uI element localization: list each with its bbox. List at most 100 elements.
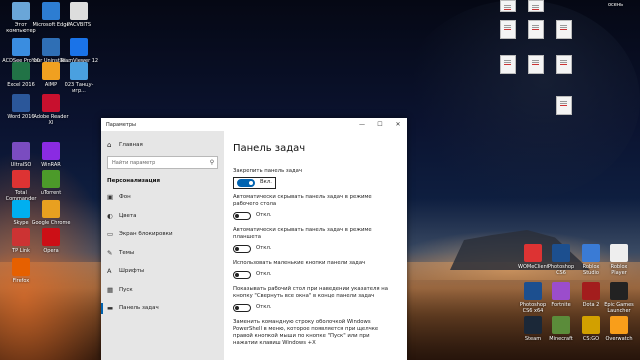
setting-item: Заменить командную строку оболочкой Wind… <box>224 319 407 347</box>
maximize-button[interactable]: ☐ <box>371 118 389 131</box>
sidebar-item-5[interactable]: ▦ Пуск <box>101 281 224 300</box>
toggle-switch-container[interactable]: Откл. <box>233 211 272 220</box>
taskbar-icon: ▬ <box>107 304 114 313</box>
desktop-icon-label: Steam <box>524 336 542 342</box>
desktop-icon-label: Roblox Player <box>610 264 628 276</box>
sidebar-item-1[interactable]: ◐ Цвета <box>101 207 224 226</box>
toggle-switch[interactable] <box>233 270 251 279</box>
sidebar-item-label: Панель задач <box>119 305 159 312</box>
document-icon[interactable] <box>500 0 516 12</box>
window-title: Параметры <box>106 121 136 128</box>
app-icon <box>12 228 30 246</box>
desktop-icon[interactable]: Firefox <box>1 258 41 284</box>
desktop-icon[interactable]: Roblox Player <box>604 244 634 276</box>
desktop-icon-label: Firefox <box>12 278 30 284</box>
app-icon <box>610 282 628 300</box>
desktop-icon[interactable]: Minecraft <box>546 316 576 342</box>
toggle-switch-container[interactable]: Откл. <box>233 303 272 312</box>
document-icon[interactable] <box>500 20 516 39</box>
sidebar-item-6[interactable]: ▬ Панель задач <box>101 299 224 318</box>
toggle-state-label: Вкл. <box>260 179 272 185</box>
document-icon[interactable] <box>500 55 516 74</box>
desktop-label-autumn[interactable]: осень <box>608 2 623 8</box>
desktop-icon[interactable]: Adobe Reader XI <box>31 94 71 126</box>
minimize-button[interactable]: — <box>353 118 371 131</box>
desktop-icon-label: Fortnite <box>551 302 571 308</box>
app-icon <box>524 282 542 300</box>
app-icon <box>552 282 570 300</box>
desktop-icon-label: Adobe Reader XI <box>33 114 69 126</box>
desktop-icon-label: Overwatch <box>605 336 633 342</box>
document-icon[interactable] <box>528 20 544 39</box>
app-icon <box>42 62 60 80</box>
document-icon[interactable] <box>556 55 572 74</box>
document-icon[interactable] <box>528 0 544 12</box>
desktop-icon[interactable]: uTorrent <box>31 170 71 196</box>
search-box[interactable]: Найти параметр ⚲ <box>107 156 218 169</box>
toggle-knob <box>235 272 239 277</box>
desktop-icon[interactable]: PACVBITS <box>59 2 99 28</box>
desktop-icon-label: 023 Танцу-игр... <box>64 82 94 94</box>
desktop-icon[interactable]: Opera <box>31 228 71 254</box>
app-icon <box>12 170 30 188</box>
desktop-icon[interactable]: WinRAR <box>31 142 71 168</box>
nav-home[interactable]: ⌂ Главная <box>101 138 224 152</box>
app-icon <box>582 244 600 262</box>
start-icon: ▦ <box>107 285 114 294</box>
app-icon <box>70 2 88 20</box>
brush-icon: ✎ <box>107 248 113 257</box>
app-icon <box>610 316 628 334</box>
document-icon[interactable] <box>556 20 572 39</box>
toggle-switch-container[interactable]: Откл. <box>233 270 272 279</box>
app-icon <box>42 200 60 218</box>
desktop-icon-label: WOMeClient <box>518 264 548 270</box>
page-title: Панель задач <box>233 143 306 154</box>
desktop-icon[interactable]: Roblox Studio <box>576 244 606 276</box>
sidebar-item-label: Шрифты <box>119 268 145 275</box>
toggle-switch[interactable] <box>233 211 251 220</box>
desktop-icon[interactable]: Steam <box>518 316 548 342</box>
sidebar-item-3[interactable]: ✎ Темы <box>101 244 224 263</box>
title-bar[interactable]: Параметры — ☐ ✕ <box>101 118 407 131</box>
toggle-switch[interactable] <box>233 303 251 312</box>
desktop-icon[interactable]: Epic Games Launcher <box>604 282 634 314</box>
sidebar-item-4[interactable]: A Шрифты <box>101 262 224 281</box>
desktop-icon-label: Dota 2 <box>582 302 600 308</box>
toggle-switch[interactable] <box>237 178 255 187</box>
document-icon[interactable] <box>556 96 572 115</box>
sidebar-section-title: Персонализация <box>107 178 161 184</box>
search-icon[interactable]: ⚲ <box>207 159 217 166</box>
app-icon <box>582 282 600 300</box>
toggle-state-label: Откл. <box>256 271 272 277</box>
app-icon <box>12 258 30 276</box>
document-icon[interactable] <box>528 55 544 74</box>
toggle-switch-container[interactable]: Вкл. <box>233 176 276 189</box>
desktop-icon[interactable]: CS:GO <box>576 316 606 342</box>
desktop-icon[interactable]: Dota 2 <box>576 282 606 308</box>
desktop-icon[interactable]: TeamViewer 12 <box>59 38 99 64</box>
settings-sidebar: ⌂ Главная Найти параметр ⚲ Персонализаци… <box>101 131 224 360</box>
search-input[interactable]: Найти параметр <box>108 160 207 166</box>
desktop-icon[interactable]: Google Chrome <box>31 200 71 226</box>
desktop-icon[interactable]: Overwatch <box>604 316 634 342</box>
desktop-icon[interactable]: Photoshop CS6 x64 <box>518 282 548 314</box>
app-icon <box>12 94 30 112</box>
desktop-icon[interactable]: WOMeClient <box>518 244 548 270</box>
toggle-switch-container[interactable]: Откл. <box>233 244 272 253</box>
font-icon: A <box>107 267 112 276</box>
desktop-icon-label: Google Chrome <box>31 220 71 226</box>
desktop-icon[interactable]: Photoshop CS6 <box>546 244 576 276</box>
toggle-switch[interactable] <box>233 244 251 253</box>
sidebar-item-2[interactable]: ▭ Экран блокировки <box>101 225 224 244</box>
setting-label: Использовать маленькие кнопки панели зад… <box>233 260 366 266</box>
app-icon <box>12 2 30 20</box>
desktop-icon[interactable]: Fortnite <box>546 282 576 308</box>
sidebar-item-0[interactable]: ▣ Фон <box>101 188 224 207</box>
desktop-icon-label: WinRAR <box>41 162 61 168</box>
sidebar-item-label: Темы <box>119 249 135 256</box>
desktop-icon[interactable]: 023 Танцу-игр... <box>59 62 99 94</box>
desktop-icon-label: Roblox Studio <box>582 264 600 276</box>
app-icon <box>12 62 30 80</box>
close-button[interactable]: ✕ <box>389 118 407 131</box>
setting-item: Автоматически скрывать панель задач в ре… <box>224 194 407 221</box>
